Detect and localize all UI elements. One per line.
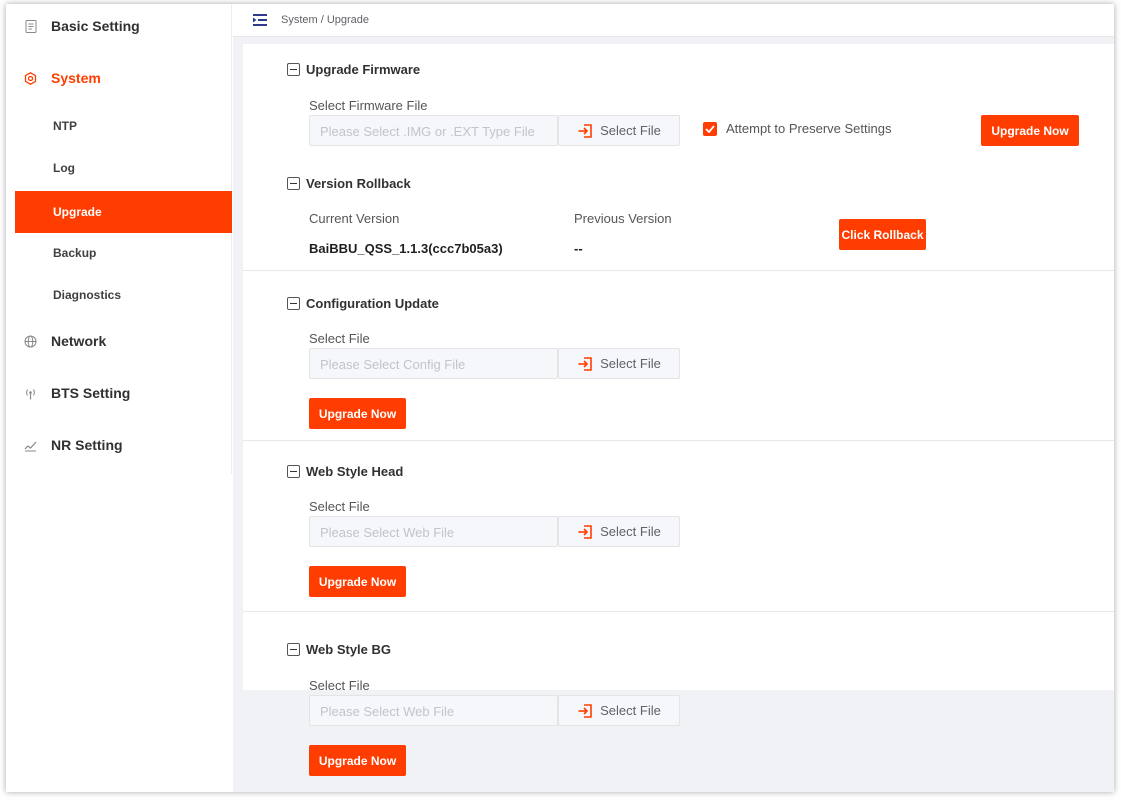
sidebar-item-label: System [51,70,101,86]
sidebar-item-label: Basic Setting [51,18,140,34]
firmware-file-input[interactable]: Please Select .IMG or .EXT Type File [309,115,558,146]
web-style-bg-section-title[interactable]: Web Style BG [287,642,391,657]
select-file-label: Select File [600,524,661,539]
antenna-icon [24,387,37,400]
collapse-icon[interactable] [287,63,300,76]
sidebar-subitem-label: Diagnostics [53,288,122,302]
config-file-input[interactable]: Please Select Config File [309,348,558,379]
signal-icon [24,439,37,452]
select-file-label: Select File [600,123,661,138]
collapse-icon[interactable] [287,465,300,478]
section-title-text: Configuration Update [306,296,439,311]
web-head-file-input[interactable]: Please Select Web File [309,516,558,547]
breadcrumb-bar: System / Upgrade [233,4,1114,37]
web-style-head-section-title[interactable]: Web Style Head [287,464,403,479]
sidebar-subitem-diagnostics[interactable]: Diagnostics [15,274,232,316]
select-file-label: Select File [600,356,661,371]
sidebar-subitem-upgrade[interactable]: Upgrade [15,191,232,233]
firmware-select-file-button[interactable]: Select File [558,115,680,146]
section-divider [243,440,1114,441]
collapse-icon[interactable] [287,177,300,190]
sidebar-item-nr-setting[interactable]: NR Setting [6,423,232,467]
document-icon [24,19,37,33]
section-title-text: Web Style BG [306,642,392,657]
select-file-label: Select File [600,703,661,718]
sidebar-subitem-label: Log [53,161,75,175]
sidebar-item-label: BTS Setting [51,385,131,401]
web-bg-file-input[interactable]: Please Select Web File [309,695,558,726]
version-rollback-section-title[interactable]: Version Rollback [287,176,411,191]
section-divider [243,611,1114,612]
sidebar-subitem-label: Upgrade [53,205,102,219]
sidebar-item-label: Network [51,333,107,349]
config-file-label: Select File [309,331,370,346]
check-icon [703,121,717,136]
import-icon [577,703,593,719]
collapse-icon[interactable] [287,297,300,310]
web-head-file-label: Select File [309,499,370,514]
click-rollback-button[interactable]: Click Rollback [839,219,926,250]
sidebar-subitem-backup[interactable]: Backup [15,232,232,274]
web-bg-select-file-button[interactable]: Select File [558,695,680,726]
section-title-text: Upgrade Firmware [306,62,421,77]
section-title-text: Web Style Head [306,464,404,479]
upgrade-firmware-section-title[interactable]: Upgrade Firmware [287,62,420,77]
import-icon [577,356,593,372]
current-version-label: Current Version [309,211,400,226]
sidebar: Basic Setting System NTP Log Upgrade Bac… [6,4,232,474]
configuration-update-section-title[interactable]: Configuration Update [287,296,439,311]
web-bg-file-label: Select File [309,678,370,693]
sidebar-item-network[interactable]: Network [6,319,232,363]
sidebar-item-bts-setting[interactable]: BTS Setting [6,371,232,415]
previous-version-value: -- [574,241,583,256]
sidebar-item-label: NR Setting [51,437,123,453]
main-content: System / Upgrade Upgrade Firmware Select… [233,4,1114,792]
preserve-settings-label: Attempt to Preserve Settings [726,121,892,136]
web-bg-upgrade-now-button[interactable]: Upgrade Now [309,745,406,776]
import-icon [577,123,593,139]
menu-fold-icon[interactable] [253,14,267,26]
section-title-text: Version Rollback [306,176,411,191]
sidebar-subitem-log[interactable]: Log [15,147,232,189]
breadcrumb: System / Upgrade [281,14,370,26]
globe-icon [24,335,37,348]
config-select-file-button[interactable]: Select File [558,348,680,379]
gear-icon [24,71,37,85]
section-divider [243,270,1114,271]
sidebar-item-system[interactable]: System [6,56,232,100]
firmware-file-label: Select Firmware File [309,98,428,113]
current-version-value: BaiBBU_QSS_1.1.3(ccc7b05a3) [309,241,503,256]
app-window: Basic Setting System NTP Log Upgrade Bac… [6,4,1114,792]
collapse-icon[interactable] [287,643,300,656]
config-upgrade-now-button[interactable]: Upgrade Now [309,398,406,429]
firmware-upgrade-now-button[interactable]: Upgrade Now [981,115,1079,146]
web-head-upgrade-now-button[interactable]: Upgrade Now [309,566,406,597]
previous-version-label: Previous Version [574,211,672,226]
sidebar-subitem-label: NTP [53,119,77,133]
web-head-select-file-button[interactable]: Select File [558,516,680,547]
preserve-settings-checkbox[interactable]: Attempt to Preserve Settings [703,121,891,136]
sidebar-subitem-label: Backup [53,246,97,260]
sidebar-item-basic-setting[interactable]: Basic Setting [6,4,232,48]
import-icon [577,524,593,540]
sidebar-subitem-ntp[interactable]: NTP [15,105,232,147]
